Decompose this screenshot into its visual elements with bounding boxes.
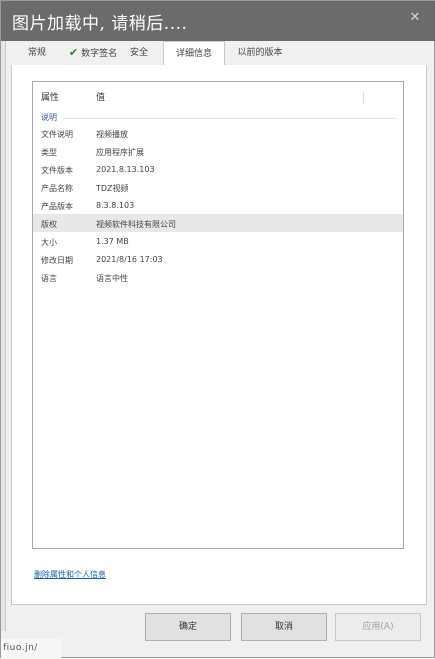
property-value: 视频播放 <box>96 130 128 139</box>
property-name: 版权 <box>41 220 57 229</box>
properties-window: fiuo.jn/ 图片加载中, 请稍后.... ✕ 常规 ✔ 数字签名 安全 详细… <box>0 0 435 659</box>
property-name: 产品名称 <box>41 184 73 193</box>
property-value: 应用程序扩展 <box>96 148 144 157</box>
header-value[interactable]: 值 <box>96 90 105 103</box>
loading-overlay: 图片加载中, 请稍后.... ✕ <box>1 1 435 41</box>
property-name: 语言 <box>41 274 57 283</box>
header-divider <box>363 92 364 104</box>
tab-general-label: 常规 <box>27 48 46 58</box>
remove-properties-link[interactable]: 删除属性和个人信息 <box>34 569 106 580</box>
list-header: 属性 值 <box>33 88 403 104</box>
list-item[interactable]: 文件说明 视频播放 <box>33 124 403 142</box>
loading-text: 图片加载中, 请稍后.... <box>12 14 188 34</box>
list-item-selected[interactable]: 版权 视频软件科技有限公司 <box>33 214 403 232</box>
details-panel: 属性 值 说明 文件说明 视频播放 类型 应用程序扩展 文件版本 2021.8.… <box>11 65 427 605</box>
list-item[interactable]: 语言 语言中性 <box>33 268 403 286</box>
tab-details-label: 详细信息 <box>175 49 212 59</box>
list-item[interactable]: 修改日期 2021/8/16 17:03 <box>33 250 403 268</box>
property-value: 语言中性 <box>96 274 128 283</box>
property-name: 修改日期 <box>41 256 73 265</box>
property-name: 大小 <box>41 238 57 247</box>
property-value: 8.3.8.103 <box>96 201 135 210</box>
property-name: 文件说明 <box>41 130 73 139</box>
property-name: 文件版本 <box>41 166 73 175</box>
ok-button[interactable]: 确定 <box>145 613 231 641</box>
group-divider <box>63 118 397 119</box>
tab-security[interactable]: 安全 <box>121 43 157 63</box>
list-item[interactable]: 文件版本 2021.8.13.103 <box>33 160 403 178</box>
property-name: 类型 <box>41 148 57 157</box>
cancel-button[interactable]: 取消 <box>241 613 327 641</box>
property-value: TDZ视频 <box>96 184 129 193</box>
window-left-edge <box>1 41 6 631</box>
list-item[interactable]: 产品版本 8.3.8.103 <box>33 196 403 214</box>
tab-digital-signature-label: 数字签名 <box>81 49 118 59</box>
property-value: 1.37 MB <box>96 237 129 246</box>
close-icon[interactable]: ✕ <box>408 11 422 25</box>
check-icon: ✔ <box>68 46 79 59</box>
list-item[interactable]: 大小 1.37 MB <box>33 232 403 250</box>
property-value: 2021/8/16 17:03 <box>96 255 163 264</box>
property-name: 产品版本 <box>41 202 73 211</box>
property-value: 2021.8.13.103 <box>96 165 155 174</box>
tab-general[interactable]: 常规 <box>17 43 57 63</box>
tab-strip: 常规 ✔ 数字签名 安全 详细信息 以前的版本 <box>11 41 427 66</box>
tab-details[interactable]: 详细信息 <box>163 41 225 66</box>
header-property[interactable]: 属性 <box>41 90 59 103</box>
list-item[interactable]: 产品名称 TDZ视频 <box>33 178 403 196</box>
tab-digital-signature[interactable]: ✔ 数字签名 <box>67 43 119 63</box>
tab-previous-versions-label: 以前的版本 <box>237 48 283 58</box>
tab-previous-versions[interactable]: 以前的版本 <box>227 43 293 63</box>
group-label: 说明 <box>41 113 57 122</box>
details-list[interactable]: 属性 值 说明 文件说明 视频播放 类型 应用程序扩展 文件版本 2021.8.… <box>32 81 404 549</box>
bottom-edge-text: fiuo.jn/ <box>3 643 38 653</box>
list-item[interactable]: 类型 应用程序扩展 <box>33 142 403 160</box>
tab-security-label: 安全 <box>129 48 148 58</box>
property-value: 视频软件科技有限公司 <box>96 220 176 229</box>
apply-button[interactable]: 应用(A) <box>335 613 421 641</box>
